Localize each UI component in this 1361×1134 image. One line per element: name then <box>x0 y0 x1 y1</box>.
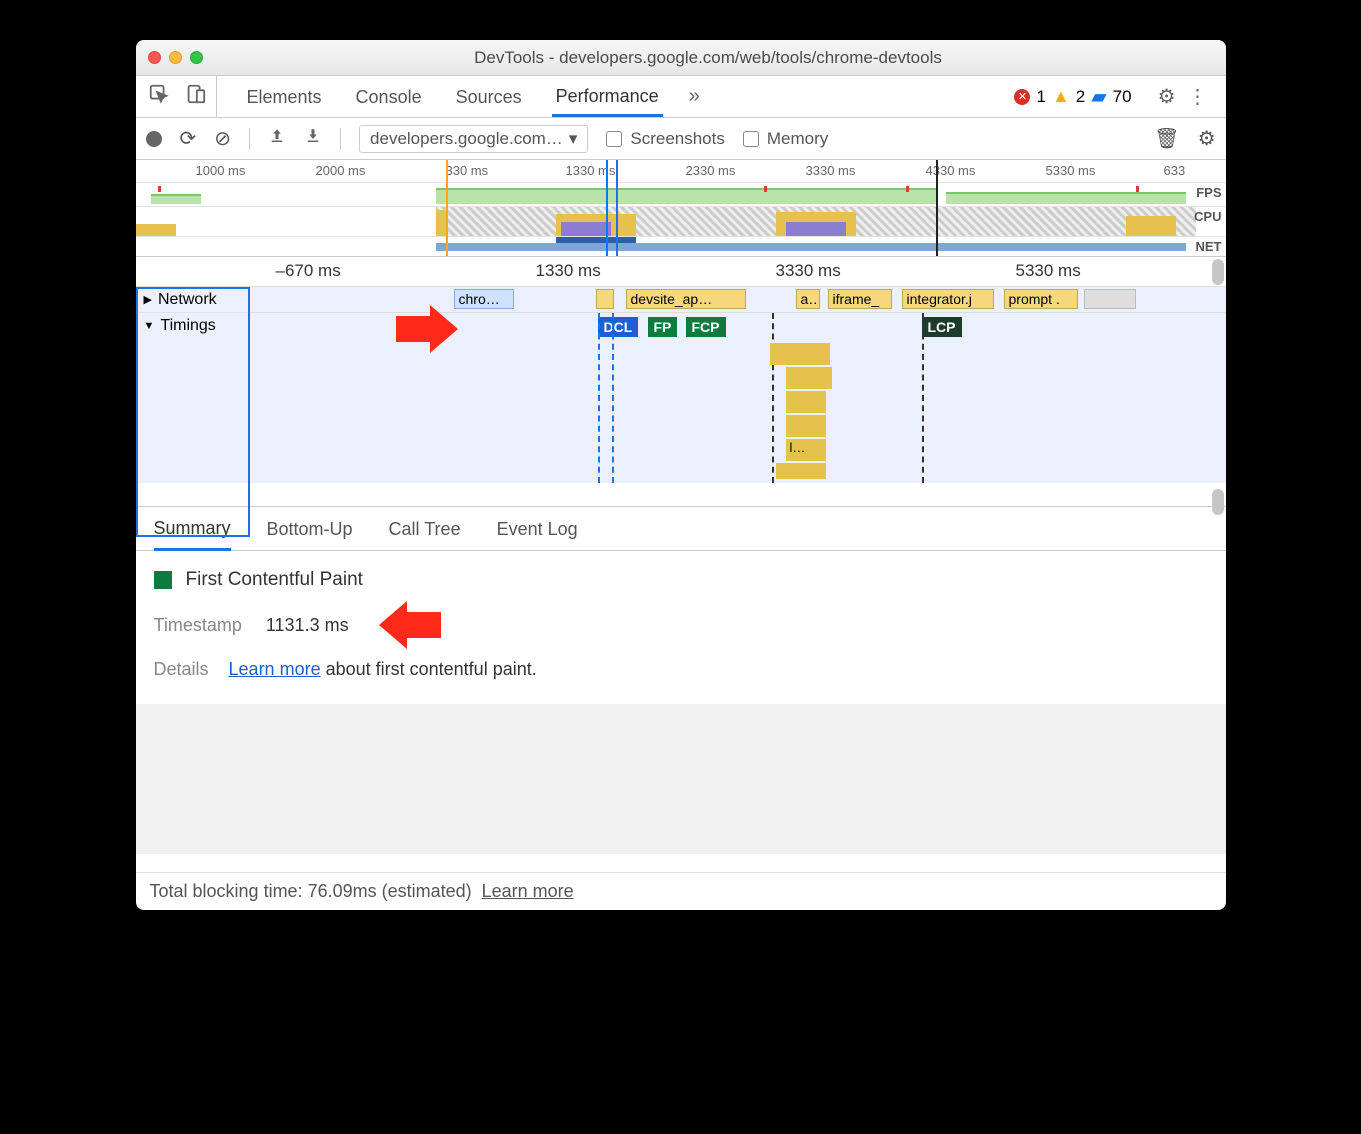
scrollbar-thumb[interactable] <box>1212 259 1224 285</box>
tick: 330 ms <box>446 163 489 178</box>
tick: 2330 ms <box>686 163 736 178</box>
record-button[interactable] <box>146 131 162 147</box>
badge-fp[interactable]: FP <box>648 317 678 337</box>
network-item[interactable]: prompt . <box>1004 289 1078 309</box>
tab-event-log[interactable]: Event Log <box>497 508 578 549</box>
devtools-window: DevTools - developers.google.com/web/too… <box>136 40 1226 910</box>
track-fps: FPS <box>136 182 1226 206</box>
tick: 3330 ms <box>806 163 856 178</box>
network-item[interactable] <box>596 289 614 309</box>
status-bar: Total blocking time: 76.09ms (estimated)… <box>136 872 1226 910</box>
tbt-learn-more-link[interactable]: Learn more <box>482 881 574 902</box>
tick: 5330 ms <box>1046 163 1096 178</box>
timestamp-value: 1131.3 ms <box>266 615 349 636</box>
inspect-icon[interactable] <box>148 83 170 110</box>
message-count: 70 <box>1113 87 1132 107</box>
capture-settings-icon[interactable]: ⚙ <box>1198 126 1216 151</box>
tab-elements[interactable]: Elements <box>243 78 326 115</box>
long-task[interactable]: l… <box>786 439 826 461</box>
overview-pane[interactable]: 1000 ms 2000 ms 330 ms 1330 ms 2330 ms 3… <box>136 160 1226 257</box>
tab-bottom-up[interactable]: Bottom-Up <box>267 508 353 549</box>
warning-count: 2 <box>1076 87 1085 107</box>
tab-summary[interactable]: Summary <box>154 507 231 551</box>
close-icon[interactable] <box>148 51 161 64</box>
memory-checkbox[interactable]: Memory <box>743 129 828 149</box>
network-lane[interactable]: ▶Network chro… devsite_ap… as iframe_ in… <box>136 287 1226 313</box>
learn-more-link[interactable]: Learn more <box>229 659 321 679</box>
scrollbar-thumb[interactable] <box>1212 489 1224 515</box>
error-icon[interactable]: ✕ <box>1014 89 1030 105</box>
tab-console[interactable]: Console <box>352 78 426 115</box>
tab-performance[interactable]: Performance <box>552 77 663 117</box>
clear-icon[interactable]: ⊘ <box>214 126 231 151</box>
badge-lcp[interactable]: LCP <box>922 317 962 337</box>
tick: 3330 ms <box>776 261 841 281</box>
zoom-icon[interactable] <box>190 51 203 64</box>
target-dropdown[interactable]: developers.google.com… ▾ <box>359 125 588 153</box>
tick: 4330 ms <box>926 163 976 178</box>
timestamp-label: Timestamp <box>154 615 242 636</box>
network-item[interactable] <box>1084 289 1136 309</box>
network-item[interactable]: devsite_ap… <box>626 289 746 309</box>
timings-label: Timings <box>160 317 215 335</box>
window-controls <box>148 51 203 64</box>
tick: 633 <box>1164 163 1186 178</box>
more-tabs-icon[interactable]: » <box>689 85 700 108</box>
cpu-label: CPU <box>1194 209 1221 224</box>
gear-icon[interactable]: ⚙ <box>1158 84 1176 109</box>
window-title: DevTools - developers.google.com/web/too… <box>203 48 1214 68</box>
badge-dcl[interactable]: DCL <box>598 317 639 337</box>
download-icon[interactable] <box>304 127 322 150</box>
warning-icon[interactable]: ▲ <box>1052 86 1070 107</box>
chevron-down-icon: ▾ <box>569 129 578 149</box>
arrow-annotation <box>379 601 441 649</box>
tbt-text: Total blocking time: 76.09ms (estimated) <box>150 881 472 902</box>
network-label: Network <box>158 291 217 309</box>
target-label: developers.google.com… <box>370 129 563 149</box>
event-name: First Contentful Paint <box>186 569 363 591</box>
summary-panel: First Contentful Paint Timestamp 1131.3 … <box>136 551 1226 872</box>
network-item[interactable]: integrator.j <box>902 289 994 309</box>
tick: 2000 ms <box>316 163 366 178</box>
net-label: NET <box>1196 239 1222 254</box>
timings-lane[interactable]: ▼Timings DCL FP FCP LCP l… <box>136 313 1226 483</box>
details-label: Details <box>154 659 209 680</box>
kebab-icon[interactable]: ⋮ <box>1182 84 1214 109</box>
titlebar: DevTools - developers.google.com/web/too… <box>136 40 1226 76</box>
arrow-annotation <box>396 305 458 353</box>
network-item[interactable]: as <box>796 289 820 309</box>
paint-swatch-icon <box>154 571 172 589</box>
trash-icon[interactable]: 🗑 <box>1154 126 1179 151</box>
tick: 1000 ms <box>196 163 246 178</box>
tab-sources[interactable]: Sources <box>452 78 526 115</box>
network-item[interactable]: chro… <box>454 289 514 309</box>
tick: 5330 ms <box>1016 261 1081 281</box>
memory-label: Memory <box>767 129 828 149</box>
screenshots-label: Screenshots <box>630 129 725 149</box>
device-icon[interactable] <box>184 83 206 110</box>
track-cpu: CPU <box>136 206 1226 236</box>
tick: 1330 ms <box>536 261 601 281</box>
flame-ruler: –670 ms 1330 ms 3330 ms 5330 ms <box>136 257 1226 287</box>
message-icon[interactable]: ▰ <box>1091 84 1106 109</box>
details-tab-bar: Summary Bottom-Up Call Tree Event Log <box>136 507 1226 551</box>
tick: –670 ms <box>276 261 341 281</box>
perf-toolbar: ⟳ ⊘ developers.google.com… ▾ Screenshots… <box>136 118 1226 160</box>
tick: 1330 ms <box>566 163 616 178</box>
badge-fcp[interactable]: FCP <box>686 317 726 337</box>
fps-label: FPS <box>1196 185 1221 200</box>
reload-icon[interactable]: ⟳ <box>180 126 197 151</box>
empty-area <box>136 704 1226 854</box>
tab-call-tree[interactable]: Call Tree <box>389 508 461 549</box>
flame-chart[interactable]: –670 ms 1330 ms 3330 ms 5330 ms ▶Network… <box>136 257 1226 507</box>
error-count: 1 <box>1036 87 1045 107</box>
overview-ruler: 1000 ms 2000 ms 330 ms 1330 ms 2330 ms 3… <box>136 160 1226 182</box>
screenshots-checkbox[interactable]: Screenshots <box>606 129 725 149</box>
network-item[interactable]: iframe_ <box>828 289 892 309</box>
main-tab-bar: Elements Console Sources Performance » ✕… <box>136 76 1226 118</box>
details-text: about first contentful paint. <box>321 659 537 679</box>
upload-icon[interactable] <box>268 127 286 150</box>
track-net: NET <box>136 236 1226 256</box>
minimize-icon[interactable] <box>169 51 182 64</box>
